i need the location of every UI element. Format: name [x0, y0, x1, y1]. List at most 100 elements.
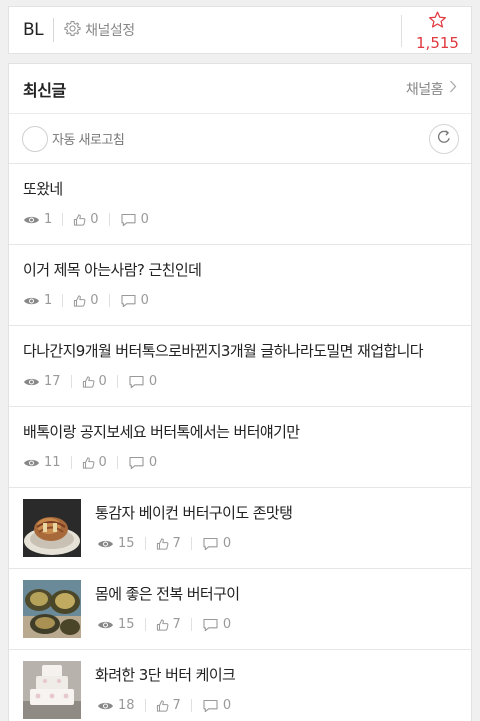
eye-icon [23, 376, 40, 388]
meta-divider [116, 456, 118, 469]
auto-refresh-label: 자동 새로고침 [52, 133, 125, 148]
post-thumbnail[interactable] [23, 499, 81, 557]
channel-name[interactable]: BL [9, 20, 53, 40]
post-meta: 15 7 0 [97, 617, 231, 632]
post-title[interactable]: 통감자 베이컨 버터구이도 존맛탱 [95, 502, 293, 523]
channel-home-label: 채널홈 [405, 81, 444, 98]
like-count: 0 [98, 455, 107, 470]
meta-divider [108, 213, 110, 226]
comment-icon [202, 618, 219, 632]
auto-refresh-row: 자동 새로고침 [9, 114, 471, 164]
meta-divider [116, 375, 118, 388]
meta-divider [62, 213, 64, 226]
comment-count: 0 [140, 293, 149, 308]
comment-icon [120, 294, 137, 308]
like-count: 0 [90, 212, 99, 227]
post-meta: 11 0 0 [23, 455, 157, 470]
post-title[interactable]: 이거 제목 아는사람? 근친인데 [23, 259, 202, 280]
like-count: 7 [172, 617, 181, 632]
post-meta: 1 0 0 [23, 212, 149, 227]
post-thumbnail[interactable] [23, 580, 81, 638]
channel-settings-button[interactable]: 채널설정 [54, 20, 135, 41]
post-item[interactable]: 다나간지9개월 버터톡으로바뀐지3개월 글하나라도밀면 재업합니다 17 0 0 [9, 326, 471, 407]
subscribe-button[interactable]: 1,515 [402, 7, 473, 55]
post-meta: 15 7 0 [97, 536, 231, 551]
post-title[interactable]: 화려한 3단 버터 케이크 [95, 664, 236, 685]
comment-count: 0 [222, 536, 232, 551]
post-meta: 1 0 0 [23, 293, 149, 308]
post-title[interactable]: 배톡이랑 공지보세요 버터톡에서는 버터얘기만 [23, 421, 300, 442]
eye-icon [23, 457, 40, 469]
like-count: 0 [90, 293, 99, 308]
thumbs-up-icon [156, 618, 169, 632]
panel-header: 최신글 채널홈 [9, 64, 471, 114]
like-count: 7 [172, 698, 181, 713]
post-item[interactable]: 통감자 베이컨 버터구이도 존맛탱 15 7 0 [9, 488, 471, 569]
meta-divider [190, 537, 192, 550]
latest-posts-panel: 최신글 채널홈 자동 새로고침 또왔네 1 0 0 이거 제목 아는사람? 근친… [8, 63, 472, 721]
like-count: 7 [172, 536, 181, 551]
comment-count: 0 [148, 374, 158, 389]
channel-settings-label: 채널설정 [85, 23, 135, 39]
post-title[interactable]: 다나간지9개월 버터톡으로바뀐지3개월 글하나라도밀면 재업합니다 [23, 340, 424, 361]
view-count: 11 [44, 455, 61, 470]
meta-divider [190, 699, 192, 712]
thumbs-up-icon [73, 294, 86, 308]
checkbox-circle-icon [22, 125, 48, 152]
eye-icon [23, 214, 40, 226]
view-count: 15 [118, 617, 135, 632]
post-item[interactable]: 화려한 3단 버터 케이크 18 7 0 [9, 650, 471, 721]
panel-title: 최신글 [23, 80, 66, 100]
post-thumbnail[interactable] [23, 661, 81, 719]
thumbs-up-icon [82, 456, 95, 470]
comment-icon [128, 456, 145, 470]
view-count: 15 [118, 536, 135, 551]
comment-count: 0 [140, 212, 149, 227]
meta-divider [108, 294, 110, 307]
auto-refresh-toggle[interactable]: 자동 새로고침 [22, 125, 125, 152]
post-item[interactable]: 이거 제목 아는사람? 근친인데 1 0 0 [9, 245, 471, 326]
post-meta: 18 7 0 [97, 698, 231, 713]
channel-header: BL 채널설정 1,515 [8, 6, 472, 54]
comment-icon [128, 375, 145, 389]
post-item[interactable]: 몸에 좋은 전복 버터구이 15 7 0 [9, 569, 471, 650]
meta-divider [70, 375, 72, 388]
meta-divider [144, 699, 146, 712]
thumbs-up-icon [73, 213, 86, 227]
meta-divider [144, 537, 146, 550]
eye-icon [97, 619, 114, 631]
post-item[interactable]: 또왔네 1 0 0 [9, 164, 471, 245]
refresh-icon [436, 129, 452, 149]
like-count: 0 [98, 374, 107, 389]
thumbs-up-icon [156, 537, 169, 551]
view-count: 17 [44, 374, 61, 389]
comment-count: 0 [148, 455, 158, 470]
view-count: 1 [44, 212, 53, 227]
thumbs-up-icon [156, 699, 169, 713]
comment-icon [202, 537, 219, 551]
eye-icon [97, 538, 114, 550]
eye-icon [97, 700, 114, 712]
view-count: 18 [118, 698, 135, 713]
meta-divider [70, 456, 72, 469]
comment-icon [202, 699, 219, 713]
gear-icon [64, 20, 81, 41]
thumbs-up-icon [82, 375, 95, 389]
channel-home-link[interactable]: 채널홈 [406, 79, 457, 99]
star-icon [428, 11, 447, 33]
post-title[interactable]: 몸에 좋은 전복 버터구이 [95, 583, 240, 604]
subscriber-count: 1,515 [416, 33, 459, 52]
post-meta: 17 0 0 [23, 374, 157, 389]
refresh-button[interactable] [429, 123, 459, 154]
eye-icon [23, 295, 40, 307]
meta-divider [144, 618, 146, 631]
comment-count: 0 [222, 698, 232, 713]
comment-count: 0 [222, 617, 232, 632]
comment-icon [120, 213, 137, 227]
post-item[interactable]: 배톡이랑 공지보세요 버터톡에서는 버터얘기만 11 0 0 [9, 407, 471, 488]
view-count: 1 [44, 293, 53, 308]
chevron-right-icon [449, 80, 457, 97]
meta-divider [190, 618, 192, 631]
meta-divider [62, 294, 64, 307]
post-title[interactable]: 또왔네 [23, 178, 63, 199]
